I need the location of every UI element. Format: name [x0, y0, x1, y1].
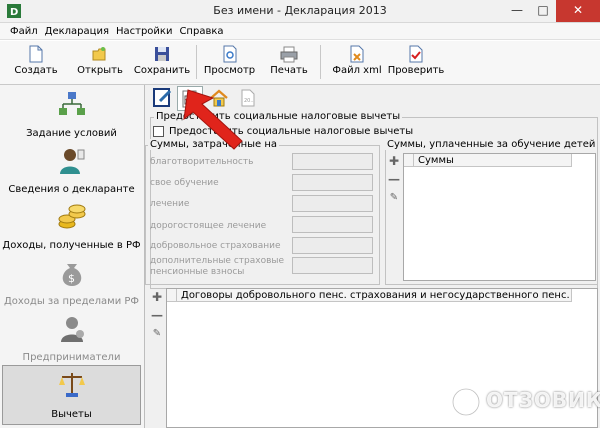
- expensive-treatment-field[interactable]: [292, 216, 373, 233]
- save-button[interactable]: Сохранить: [133, 45, 191, 81]
- menu-help[interactable]: Справка: [179, 26, 223, 37]
- grid-corner: [404, 154, 414, 167]
- sidebar-item-income-rf[interactable]: Доходы, полученные в РФ: [2, 199, 141, 255]
- field-label-voluntary-insurance: добровольное страхование: [150, 241, 281, 251]
- svg-text:20..: 20..: [244, 98, 254, 104]
- minimize-icon[interactable]: —: [504, 0, 530, 22]
- create-button[interactable]: Создать: [14, 45, 58, 81]
- field-label-expensive-treatment: дорогостоящее лечение: [150, 221, 267, 231]
- children-group-title: Суммы, уплаченные за обучение детей: [385, 139, 598, 150]
- toolbar-separator: [320, 45, 321, 79]
- sidebar-item-income-abroad[interactable]: $ Доходы за пределами РФ: [2, 255, 141, 311]
- open-button[interactable]: Открыть: [76, 45, 124, 81]
- children-grid-tools: ✚ — ✎: [386, 155, 402, 215]
- sidebar-item-label: Вычеты: [51, 409, 92, 420]
- sidebar: Задание условий Сведения о декларанте До…: [0, 85, 145, 428]
- remove-icon[interactable]: —: [149, 309, 165, 323]
- watermark-text: ОТЗОВИК: [486, 388, 600, 412]
- menu-bar: Файл Декларация Настройки Справка: [0, 23, 600, 40]
- sidebar-item-label: Задание условий: [26, 128, 117, 139]
- businessman-icon: [60, 317, 84, 342]
- maximize-icon[interactable]: □: [530, 0, 556, 22]
- preview-icon: [223, 45, 236, 63]
- sidebar-item-conditions[interactable]: Задание условий: [2, 87, 141, 143]
- edit-icon[interactable]: ✎: [386, 191, 402, 205]
- children-grid-header[interactable]: Суммы: [414, 154, 572, 167]
- checked-document-icon: [182, 90, 197, 108]
- window-controls: — □ ✕: [504, 0, 600, 22]
- sidebar-item-deductions[interactable]: Вычеты: [2, 365, 141, 425]
- sidebar-item-label: Предприниматели: [22, 352, 121, 363]
- hierarchy-icon: [58, 92, 85, 115]
- social-checkbox[interactable]: [153, 126, 164, 137]
- social-checkbox-row[interactable]: Предоставить социальные налоговые вычеты: [153, 126, 413, 137]
- expenses-group: благотворительность свое обучение лечени…: [145, 145, 380, 285]
- treatment-field[interactable]: [292, 195, 373, 212]
- money-bag-icon: $: [62, 264, 81, 286]
- sidebar-item-label: Доходы, полученные в РФ: [2, 240, 141, 251]
- remove-icon[interactable]: —: [386, 173, 402, 187]
- xml-file-button[interactable]: Файл xml: [330, 45, 384, 81]
- watermark: ОТЗОВИК: [448, 382, 600, 422]
- svg-text:$: $: [68, 272, 75, 285]
- main-panel: 20.. Предоставить социальные налоговые в…: [145, 85, 600, 428]
- menu-settings[interactable]: Настройки: [116, 26, 172, 37]
- menu-file[interactable]: Файл: [10, 26, 38, 37]
- blank-document-icon: 20..: [241, 89, 255, 107]
- sidebar-item-entrepreneurs[interactable]: Предприниматели: [2, 311, 141, 367]
- create-button-label: Создать: [14, 65, 58, 76]
- scales-icon: [58, 373, 85, 397]
- expenses-group-title: Суммы, затраченные на: [148, 139, 280, 150]
- social-group-title: Предоставить социальные налоговые вычеты: [154, 111, 403, 122]
- add-icon[interactable]: ✚: [386, 155, 402, 169]
- charity-field[interactable]: [292, 153, 373, 170]
- grid-corner: [167, 289, 177, 302]
- field-label-own-education: свое обучение: [150, 178, 219, 188]
- toolbar: Создать Открыть Сохранить Просмотр Печат…: [0, 41, 600, 85]
- field-label-treatment: лечение: [150, 199, 190, 209]
- print-button[interactable]: Печать: [266, 45, 312, 81]
- menu-declaration[interactable]: Декларация: [45, 26, 109, 37]
- own-education-field[interactable]: [292, 174, 373, 191]
- add-icon[interactable]: ✚: [149, 291, 165, 305]
- check-document-icon: [409, 45, 423, 63]
- voluntary-insurance-field[interactable]: [292, 237, 373, 254]
- tab-standard-deductions[interactable]: [150, 86, 176, 111]
- pension-contributions-field[interactable]: [292, 257, 373, 274]
- floppy-disk-icon: [155, 47, 169, 61]
- print-button-label: Печать: [270, 65, 308, 76]
- printer-icon: [280, 46, 298, 63]
- field-label-pension-contributions: дополнительные страховые пенсионные взно…: [150, 256, 285, 277]
- watermark-logo-icon: [451, 387, 481, 417]
- sidebar-item-label: Сведения о декларанте: [8, 184, 135, 195]
- edit-icon[interactable]: ✎: [149, 327, 165, 341]
- social-checkbox-label: Предоставить социальные налоговые вычеты: [169, 126, 414, 137]
- children-sums-grid[interactable]: Суммы: [403, 153, 596, 281]
- person-icon: [59, 149, 84, 174]
- tab-other-deductions[interactable]: 20..: [235, 86, 261, 111]
- coins-icon: [58, 204, 85, 229]
- preview-button[interactable]: Просмотр: [202, 45, 257, 81]
- xml-file-icon: [350, 45, 364, 63]
- contracts-grid-tools: ✚ — ✎: [149, 291, 165, 351]
- xml-file-button-label: Файл xml: [332, 65, 382, 76]
- open-folder-icon: [92, 47, 106, 61]
- preview-button-label: Просмотр: [203, 65, 256, 76]
- tab-property-deductions[interactable]: [206, 86, 232, 111]
- house-icon: [210, 89, 228, 107]
- close-icon[interactable]: ✕: [556, 0, 600, 22]
- new-document-icon: [29, 45, 43, 63]
- save-button-label: Сохранить: [133, 65, 191, 76]
- toolbar-separator: [196, 45, 197, 79]
- edit-document-icon: [153, 88, 172, 107]
- title-bar: D Без имени - Декларация 2013 — □ ✕: [0, 0, 600, 23]
- sidebar-item-declarant[interactable]: Сведения о декларанте: [2, 143, 141, 199]
- field-label-charity: благотворительность: [150, 157, 254, 167]
- check-button-label: Проверить: [387, 65, 445, 76]
- open-button-label: Открыть: [77, 65, 123, 76]
- check-button[interactable]: Проверить: [387, 45, 445, 81]
- tab-social-deductions[interactable]: [177, 86, 203, 111]
- sidebar-item-label: Доходы за пределами РФ: [3, 296, 140, 307]
- contracts-grid-header[interactable]: Договоры добровольного пенс. страхования…: [177, 289, 572, 302]
